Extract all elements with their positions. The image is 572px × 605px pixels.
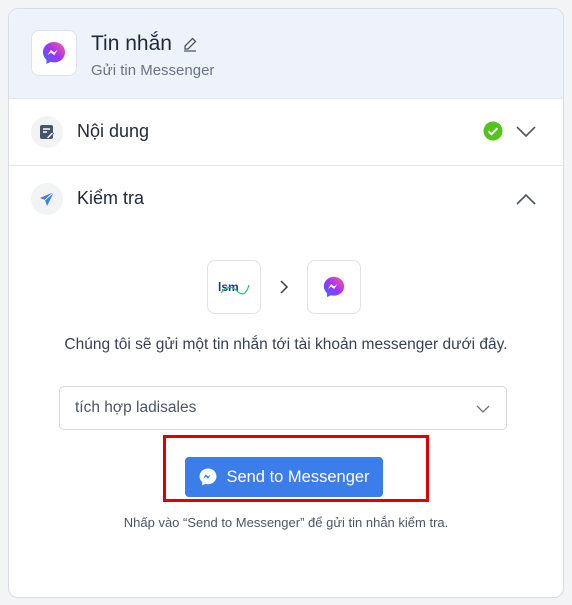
messenger-icon	[307, 260, 361, 314]
edit-note-icon	[31, 116, 63, 148]
messenger-icon	[31, 30, 77, 76]
send-button-label: Send to Messenger	[226, 467, 370, 486]
integration-flow: lsm	[207, 260, 361, 314]
chevron-right-icon	[261, 279, 307, 295]
section-content-label: Nội dung	[77, 121, 150, 141]
test-panel: lsm Chúng tôi sẽ gửi một tin nhắn tới tà…	[9, 232, 563, 596]
send-icon	[31, 183, 63, 215]
chevron-down-icon	[476, 401, 490, 419]
step-title: Tin nhắn	[91, 32, 172, 55]
send-to-messenger-button[interactable]: Send to Messenger	[185, 457, 383, 497]
section-test[interactable]: Kiểm tra	[9, 166, 563, 232]
messenger-icon	[198, 467, 218, 487]
step-header: Tin nhắn Gửi tin Messenger	[9, 9, 563, 99]
send-hint: Nhấp vào “Send to Messenger” để gửi tin …	[123, 515, 449, 530]
account-select[interactable]: tích hợp ladisales	[59, 386, 507, 430]
chevron-up-icon[interactable]	[515, 192, 537, 211]
section-test-label: Kiểm tra	[77, 188, 145, 208]
step-subtitle: Gửi tin Messenger	[91, 62, 215, 79]
pencil-icon[interactable]	[182, 36, 198, 52]
section-content[interactable]: Nội dung	[9, 99, 563, 166]
check-circle-icon	[483, 121, 503, 146]
chevron-down-icon[interactable]	[515, 125, 537, 144]
ladisales-logo: lsm	[207, 260, 261, 314]
messenger-step-panel: Tin nhắn Gửi tin Messenger Nội dung Kiểm…	[8, 8, 564, 598]
test-description: Chúng tôi sẽ gửi một tin nhắn tới tài kh…	[64, 336, 508, 353]
account-select-value: tích hợp ladisales	[75, 399, 197, 416]
